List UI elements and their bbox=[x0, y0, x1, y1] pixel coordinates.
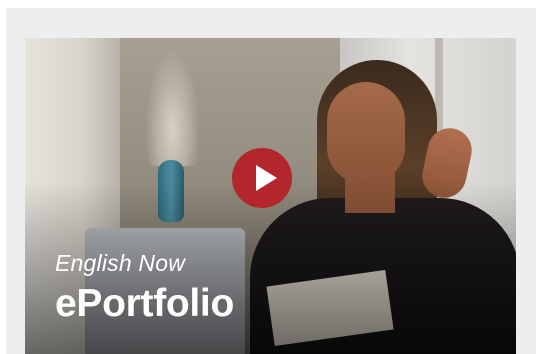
video-subtitle: English Now bbox=[55, 250, 186, 276]
video-thumbnail[interactable]: English Now ePortfolio bbox=[25, 38, 516, 354]
play-button[interactable] bbox=[232, 148, 292, 208]
play-icon bbox=[256, 165, 277, 191]
video-title: ePortfolio bbox=[55, 282, 234, 325]
video-card: English Now ePortfolio bbox=[6, 8, 536, 354]
